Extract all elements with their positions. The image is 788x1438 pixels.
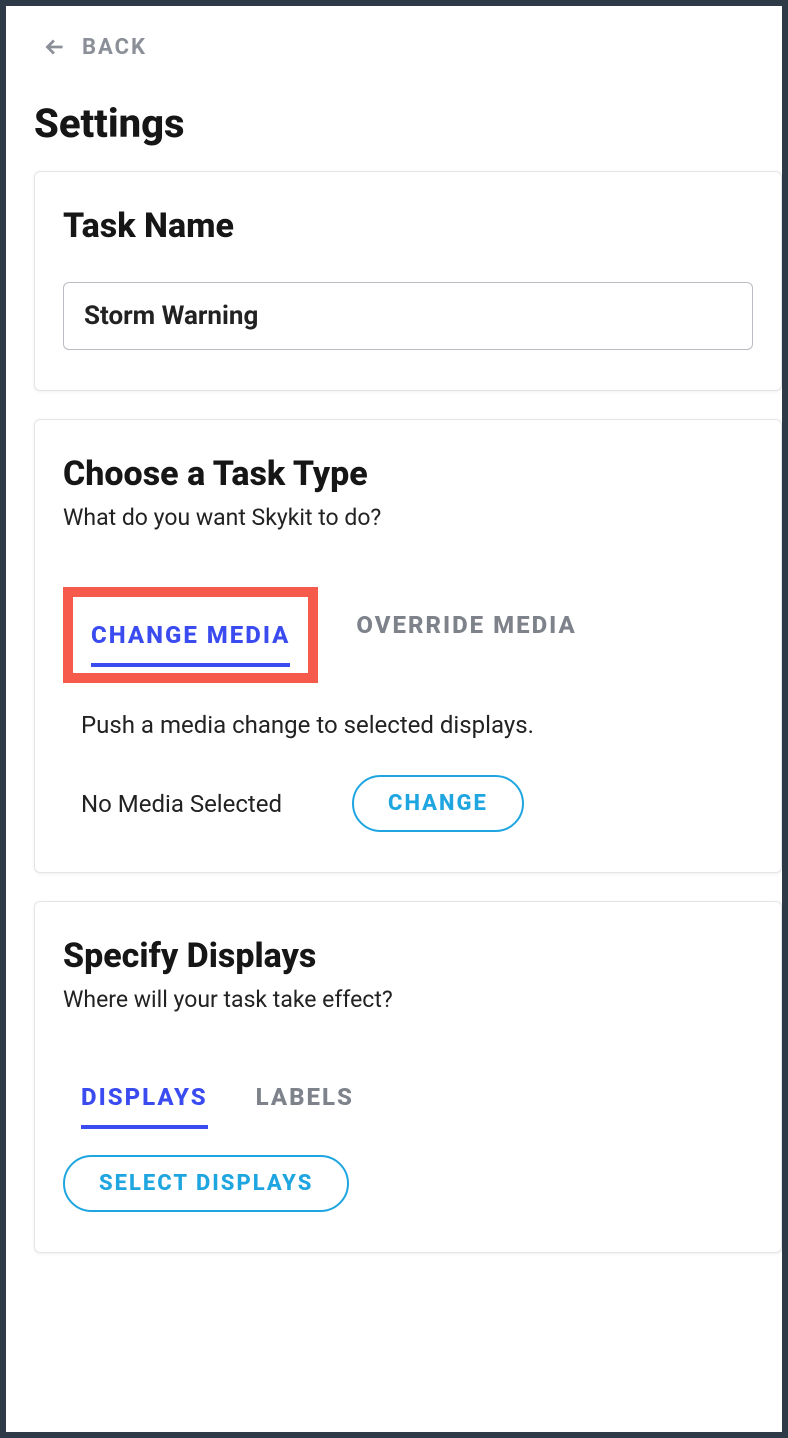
task-name-card: Task Name — [34, 171, 782, 391]
tab-labels[interactable]: LABELS — [256, 1083, 354, 1129]
back-label: BACK — [82, 35, 147, 60]
displays-tabs: DISPLAYS LABELS — [81, 1083, 753, 1129]
task-type-description: Push a media change to selected displays… — [81, 711, 753, 739]
back-button[interactable]: BACK — [42, 34, 147, 60]
page-title: Settings — [34, 100, 782, 147]
task-type-heading: Choose a Task Type — [63, 454, 753, 494]
task-type-tabs: CHANGE MEDIA OVERRIDE MEDIA — [63, 587, 753, 683]
arrow-left-icon — [42, 34, 68, 60]
displays-subheading: Where will your task take effect? — [63, 986, 753, 1013]
displays-card: Specify Displays Where will your task ta… — [34, 901, 782, 1253]
task-name-input[interactable] — [63, 282, 753, 350]
media-status: No Media Selected — [81, 790, 282, 818]
task-type-subheading: What do you want Skykit to do? — [63, 504, 753, 531]
displays-heading: Specify Displays — [63, 936, 753, 976]
change-media-button[interactable]: CHANGE — [352, 775, 524, 832]
tab-override-media[interactable]: OVERRIDE MEDIA — [356, 611, 576, 657]
tab-change-media[interactable]: CHANGE MEDIA — [91, 621, 290, 667]
tab-displays[interactable]: DISPLAYS — [81, 1083, 208, 1129]
highlight-box: CHANGE MEDIA — [63, 587, 318, 683]
select-displays-button[interactable]: SELECT DISPLAYS — [63, 1155, 349, 1212]
task-type-card: Choose a Task Type What do you want Skyk… — [34, 419, 782, 873]
task-name-heading: Task Name — [63, 206, 753, 246]
